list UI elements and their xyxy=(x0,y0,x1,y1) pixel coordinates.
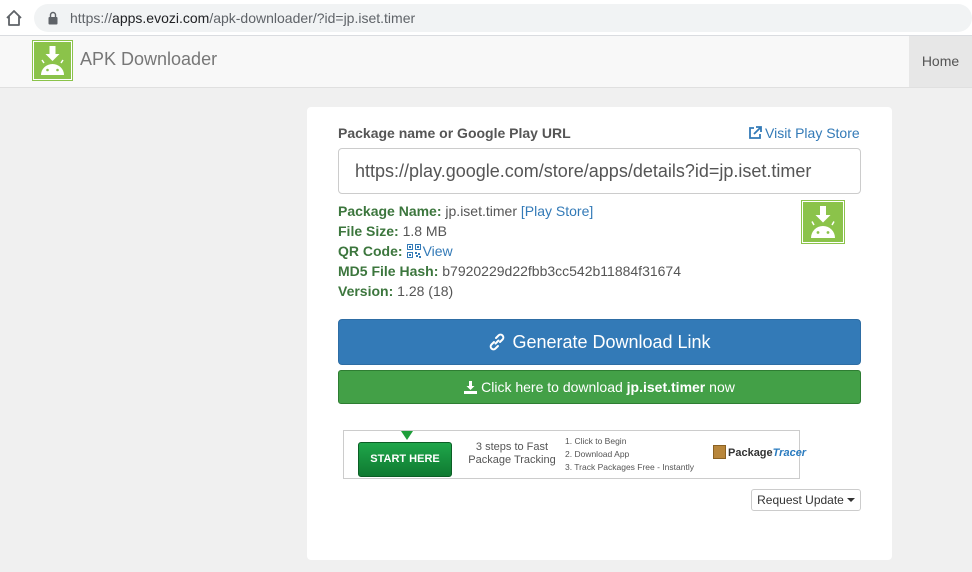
ad-logo-b: Tracer xyxy=(772,447,807,459)
ad-step-1: 1. Click to Begin xyxy=(565,436,627,446)
md5-key: MD5 File Hash: xyxy=(338,263,439,279)
package-input-label: Package name or Google Play URL xyxy=(338,125,571,141)
home-icon[interactable] xyxy=(4,8,24,28)
file-size-value: 1.8 MB xyxy=(402,223,447,239)
info-qr-code: QR Code: View xyxy=(338,241,681,261)
download-icon xyxy=(464,381,478,394)
site-navbar: APK Downloader Home xyxy=(0,36,972,88)
download-apk-button[interactable]: Click here to download jp.iset.timer now xyxy=(338,370,861,404)
download-prefix: Click here to download xyxy=(481,379,623,395)
package-url-input[interactable] xyxy=(338,148,861,194)
info-md5: MD5 File Hash: b7920229d22fbb3cc542b1188… xyxy=(338,261,681,281)
packagetracer-ad-banner[interactable]: START HERE 3 steps to Fast Package Track… xyxy=(343,430,806,479)
url-prefix: https:// xyxy=(70,10,113,26)
download-suffix: now xyxy=(709,379,735,395)
package-name-key: Package Name: xyxy=(338,203,442,219)
ad-steps: 1. Click to Begin 2. Download App 3. Tra… xyxy=(565,435,694,474)
qr-code-key: QR Code: xyxy=(338,243,403,259)
version-value: 1.28 (18) xyxy=(397,283,454,299)
file-size-key: File Size: xyxy=(338,223,399,239)
url-path: /apk-downloader/?id=jp.iset.timer xyxy=(209,10,416,26)
address-bar[interactable]: https://apps.evozi.com/apk-downloader/?i… xyxy=(34,4,972,32)
ad-step-3: 3. Track Packages Free - Instantly xyxy=(565,462,694,472)
url-text: https://apps.evozi.com/apk-downloader/?i… xyxy=(70,10,415,26)
generate-download-link-button[interactable]: Generate Download Link xyxy=(338,319,861,365)
app-info: Package Name: jp.iset.timer [Play Store]… xyxy=(338,201,681,301)
link-icon xyxy=(490,333,505,351)
info-package-name: Package Name: jp.iset.timer [Play Store] xyxy=(338,201,681,221)
url-host: apps.evozi.com xyxy=(112,10,210,26)
app-android-icon xyxy=(801,200,845,244)
info-file-size: File Size: 1.8 MB xyxy=(338,221,681,241)
external-link-icon xyxy=(749,126,762,139)
visit-play-store-link[interactable]: Visit Play Store xyxy=(748,125,860,141)
packagetracer-logo: PackageTracer xyxy=(713,445,806,467)
brand-name[interactable]: APK Downloader xyxy=(80,49,217,70)
ad-logo-a: Package xyxy=(728,447,773,459)
ad-step-2: 2. Download App xyxy=(565,449,630,459)
nav-home[interactable]: Home xyxy=(909,36,972,87)
md5-value: b7920229d22fbb3cc542b11884f31674 xyxy=(442,263,682,279)
ad-arrow-icon xyxy=(401,431,413,440)
generate-label: Generate Download Link xyxy=(512,332,711,352)
browser-toolbar: https://apps.evozi.com/apk-downloader/?i… xyxy=(0,0,972,36)
downloader-panel: Package name or Google Play URL Visit Pl… xyxy=(307,107,892,560)
lock-icon xyxy=(48,11,58,25)
version-key: Version: xyxy=(338,283,394,299)
play-store-link[interactable]: [Play Store] xyxy=(521,203,593,219)
android-download-logo-icon[interactable] xyxy=(32,40,73,81)
visit-play-store-label: Visit Play Store xyxy=(765,125,860,141)
qr-view-link[interactable]: View xyxy=(423,243,453,259)
ad-start-here-button[interactable]: START HERE xyxy=(358,442,452,477)
caret-down-icon xyxy=(846,498,855,502)
request-update-label: Request Update xyxy=(757,493,844,507)
ad-title: 3 steps to Fast Package Tracking xyxy=(468,441,556,466)
request-update-dropdown[interactable]: Request Update xyxy=(751,489,861,511)
info-version: Version: 1.28 (18) xyxy=(338,281,681,301)
qr-code-icon[interactable] xyxy=(406,244,421,258)
package-name-value: jp.iset.timer xyxy=(445,203,517,219)
download-package: jp.iset.timer xyxy=(626,379,706,395)
package-box-icon xyxy=(713,445,726,459)
